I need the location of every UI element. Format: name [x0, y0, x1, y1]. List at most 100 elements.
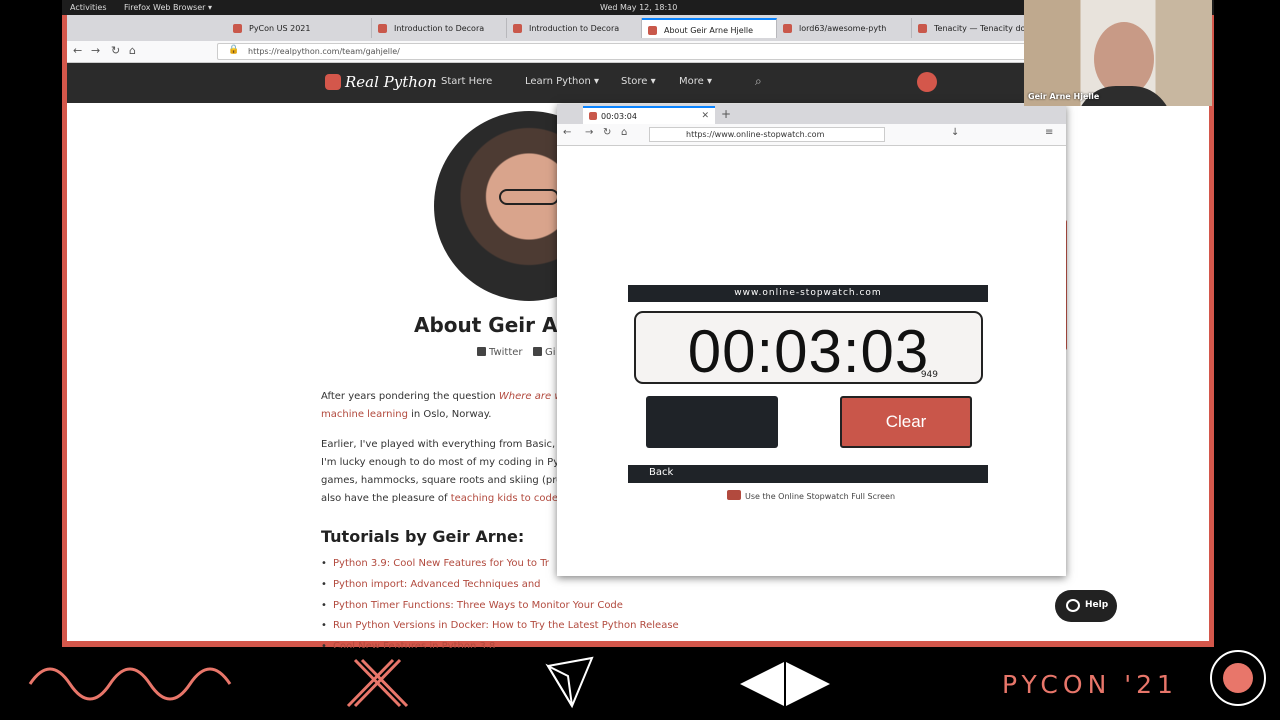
tutorial-link[interactable]: Python Timer Functions: Three Ways to Mo…	[321, 600, 623, 611]
stopwatch-window: 00:03:04 ✕ + ← → ↻ ⌂ https://www.online-…	[557, 104, 1066, 576]
x-mark-icon	[346, 658, 409, 708]
wave-icon	[28, 667, 232, 701]
close-tab-icon[interactable]: ✕	[701, 111, 709, 121]
bio-line-1: After years pondering the question Where…	[321, 388, 569, 406]
logo-text: Real Python	[345, 73, 437, 91]
tab-favicon-icon	[513, 24, 522, 33]
bio-text: also have the pleasure of	[321, 493, 451, 504]
bio-line-2: machine learning in Oslo, Norway.	[321, 406, 491, 424]
user-avatar[interactable]	[917, 72, 937, 92]
footer-decor	[28, 656, 830, 709]
bio2-line-2: I'm lucky enough to do most of my coding…	[321, 457, 564, 468]
teaching-kids-link[interactable]: teaching kids to code.	[451, 493, 562, 504]
twitter-icon	[477, 347, 486, 356]
bio-text: in Oslo, Norway.	[407, 409, 492, 420]
system-clock[interactable]: Wed May 12, 18:10	[600, 3, 677, 12]
help-button[interactable]: Help	[1055, 590, 1117, 622]
bio-text: After years pondering the question	[321, 391, 499, 402]
new-tab-icon[interactable]: +	[721, 107, 731, 121]
nav-start-here[interactable]: Start Here	[441, 76, 492, 87]
chat-bubble-icon	[1066, 599, 1080, 612]
tab-label: Tenacity — Tenacity do	[934, 24, 1026, 33]
stopwatch-tab[interactable]: 00:03:04 ✕	[583, 106, 715, 124]
home-icon[interactable]: ⌂	[129, 44, 136, 57]
tab-favicon-icon	[378, 24, 387, 33]
tab-decorators-2[interactable]: Introduction to Decora	[507, 18, 642, 38]
back-arrow-icon[interactable]: ←	[73, 44, 82, 57]
clear-button[interactable]: Clear	[840, 396, 972, 448]
reload-icon[interactable]: ↻	[111, 44, 120, 57]
screen: Activities Firefox Web Browser ▾ Wed May…	[0, 0, 1280, 720]
tab-label: PyCon US 2021	[249, 24, 311, 33]
lock-icon: 🔒	[228, 45, 240, 55]
address-bar[interactable]: 🔒 https://realpython.com/team/gahjelle/	[217, 43, 1037, 60]
nav-learn-python[interactable]: Learn Python ▾	[525, 76, 599, 87]
tab-pycon[interactable]: PyCon US 2021	[227, 18, 372, 38]
tutorials-heading: Tutorials by Geir Arne:	[321, 527, 525, 546]
bio2-line-1: Earlier, I've played with everything fro…	[321, 439, 566, 450]
bio2-line-4: also have the pleasure of teaching kids …	[321, 490, 561, 508]
dice-icon	[727, 490, 741, 500]
home-icon[interactable]: ⌂	[621, 127, 627, 138]
tab-awesome-python[interactable]: lord63/awesome-pyth	[777, 18, 912, 38]
webcam-feed: Geir Arne Hjelle	[1024, 0, 1212, 106]
start-stop-button[interactable]	[646, 396, 778, 448]
twitter-link[interactable]: Twitter	[477, 347, 523, 358]
back-button[interactable]: Back	[628, 465, 988, 483]
back-arrow-icon[interactable]: ←	[563, 127, 571, 138]
glasses-shape	[499, 189, 559, 205]
stopwatch-address-bar[interactable]: https://www.online-stopwatch.com	[649, 127, 885, 142]
pycon-footer: PYCON '21	[0, 648, 1280, 720]
download-icon[interactable]: ↓	[951, 127, 959, 138]
stopwatch-tab-strip: 00:03:04 ✕ +	[557, 104, 1066, 124]
activities-button[interactable]: Activities	[70, 3, 107, 12]
fullscreen-label: Use the Online Stopwatch Full Screen	[745, 492, 896, 501]
menu-icon[interactable]: ≡	[1045, 127, 1053, 138]
tab-label: lord63/awesome-pyth	[799, 24, 887, 33]
tab-favicon-icon	[918, 24, 927, 33]
speaker-head	[1094, 22, 1154, 96]
stopwatch-milliseconds: 949	[920, 370, 938, 380]
forward-arrow-icon[interactable]: →	[585, 127, 593, 138]
realpython-logo[interactable]: Real Python	[325, 73, 437, 91]
forward-arrow-icon[interactable]: →	[91, 44, 100, 57]
address-text: https://realpython.com/team/gahjelle/	[248, 47, 400, 56]
speaker-name: Geir Arne Hjelle	[1028, 92, 1100, 101]
tutorial-link[interactable]: Python import: Advanced Techniques and	[321, 579, 541, 590]
reload-icon[interactable]: ↻	[603, 127, 611, 138]
github-label: Gi	[545, 347, 556, 358]
fullscreen-link[interactable]: Use the Online Stopwatch Full Screen	[727, 490, 895, 501]
stopwatch-toolbar: ← → ↻ ⌂ https://www.online-stopwatch.com…	[557, 124, 1066, 146]
help-label: Help	[1085, 600, 1109, 610]
tab-decorators-1[interactable]: Introduction to Decora	[372, 18, 507, 38]
github-link[interactable]: Gi	[533, 347, 556, 358]
tab-label: Introduction to Decora	[394, 24, 485, 33]
nav-more[interactable]: More ▾	[679, 76, 712, 87]
tab-favicon-icon	[648, 26, 657, 35]
tab-favicon-icon	[783, 24, 792, 33]
eye-icon	[740, 662, 830, 706]
tutorial-link[interactable]: Python 3.9: Cool New Features for You to…	[321, 558, 549, 569]
triangle-icon	[545, 656, 594, 709]
pycon-ring-icon	[1210, 650, 1266, 706]
stopwatch-display: 00:03:03 949	[634, 311, 983, 385]
stopwatch-tab-label: 00:03:04	[601, 112, 637, 121]
pycon-logo: PYCON '21	[1002, 670, 1178, 699]
tab-tenacity[interactable]: Tenacity — Tenacity do	[912, 18, 1027, 38]
search-icon[interactable]: ⌕	[755, 74, 762, 89]
stopwatch-address-text: https://www.online-stopwatch.com	[686, 130, 825, 139]
stopwatch-header: www.online-stopwatch.com	[628, 285, 988, 302]
tab-label: About Geir Arne Hjelle	[664, 26, 754, 35]
tab-label: Introduction to Decora	[529, 24, 620, 33]
github-icon	[533, 347, 542, 356]
bio2-line-3: games, hammocks, square roots and skiing…	[321, 475, 563, 486]
stopwatch-favicon-icon	[589, 112, 597, 120]
nav-store[interactable]: Store ▾	[621, 76, 656, 87]
tab-favicon-icon	[233, 24, 242, 33]
realpython-logo-icon	[325, 74, 341, 90]
machine-learning-link[interactable]: machine learning	[321, 409, 408, 420]
tab-about-geir-arne[interactable]: About Geir Arne Hjelle	[642, 18, 777, 38]
tutorial-link[interactable]: Run Python Versions in Docker: How to Tr…	[321, 620, 679, 631]
twitter-label: Twitter	[489, 347, 523, 358]
app-menu[interactable]: Firefox Web Browser ▾	[124, 3, 212, 12]
